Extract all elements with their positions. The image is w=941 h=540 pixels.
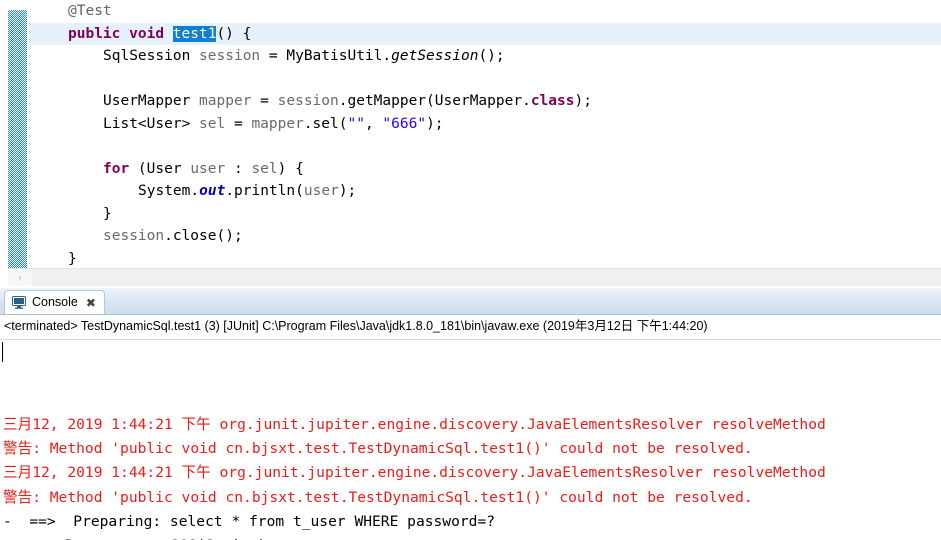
- code-line[interactable]: SqlSession session = MyBatisUtil.getSess…: [29, 45, 941, 68]
- code-token: () {: [216, 25, 252, 42]
- code-token: session: [103, 228, 165, 244]
- code-line[interactable]: for (User user : sel) {: [29, 158, 941, 181]
- console-tab-bar: Console ✖: [0, 288, 941, 315]
- java-source-editor[interactable]: @Test public void test1() {SqlSession ses…: [0, 0, 941, 268]
- code-token: );: [338, 183, 357, 199]
- code-token: sel: [199, 115, 226, 132]
- code-text-area[interactable]: @Test public void test1() {SqlSession ses…: [29, 0, 941, 268]
- tab-console[interactable]: Console ✖: [4, 290, 105, 314]
- eclipse-ide-window: @Test public void test1() {SqlSession ses…: [0, 0, 941, 540]
- code-token: ,: [364, 115, 383, 132]
- console-error-line: 三月12, 2019 1:44:21 下午 org.junit.jupiter.…: [3, 415, 826, 433]
- code-token: session: [277, 93, 339, 109]
- code-token: =: [251, 93, 278, 109]
- console-output-line: - ==> Parameters: 666(String): [0, 534, 941, 540]
- code-token: }: [68, 250, 77, 267]
- code-token: public: [68, 25, 121, 42]
- code-token: List<User>: [103, 115, 200, 132]
- code-token: :: [225, 160, 252, 177]
- code-line[interactable]: @Test: [29, 0, 941, 23]
- console-process-header: <terminated> TestDynamicSql.test1 (3) [J…: [4, 319, 708, 333]
- console-output-area[interactable]: 三月12, 2019 1:44:21 下午 org.junit.jupiter.…: [0, 340, 941, 540]
- console-error-line: 警告: Method 'public void cn.bjsxt.test.Te…: [3, 440, 753, 458]
- code-token: .sel(: [303, 115, 348, 132]
- code-token: .getMapper(UserMapper.: [338, 93, 531, 109]
- console-error-line: 三月12, 2019 1:44:21 下午 org.junit.jupiter.…: [3, 464, 826, 482]
- code-line[interactable]: }: [29, 248, 941, 269]
- code-token: ();: [478, 48, 505, 64]
- code-line[interactable]: List<User> sel = mapper.sel("", "666");: [29, 113, 941, 136]
- code-token: );: [574, 93, 592, 109]
- code-token: );: [426, 115, 444, 132]
- code-token: =: [225, 115, 252, 132]
- console-monitor-icon: [12, 296, 26, 309]
- code-token: void: [129, 25, 165, 42]
- code-token: .close();: [164, 228, 243, 244]
- code-line[interactable]: [29, 68, 941, 91]
- code-token: ) {: [277, 160, 304, 177]
- code-token: out: [199, 183, 226, 199]
- code-token: for: [103, 160, 130, 177]
- code-token: mapper: [199, 93, 252, 109]
- code-token: "666": [382, 115, 427, 132]
- code-line[interactable]: UserMapper mapper = session.getMapper(Us…: [29, 90, 941, 113]
- code-token: "": [347, 115, 365, 132]
- code-token: .println(: [225, 183, 304, 199]
- code-token: mapper: [251, 115, 304, 132]
- console-error-line: 警告: Method 'public void cn.bjsxt.test.Te…: [3, 488, 753, 506]
- code-token: user: [190, 160, 226, 177]
- console-caret: [2, 342, 3, 362]
- code-token: sel: [251, 160, 278, 177]
- code-token: user: [303, 183, 339, 199]
- code-line[interactable]: }: [29, 203, 941, 226]
- code-line[interactable]: [29, 135, 941, 158]
- editor-left-margin: [0, 0, 8, 268]
- code-token: SqlSession: [103, 48, 191, 64]
- code-token: (User: [129, 160, 191, 177]
- code-token: }: [103, 205, 112, 222]
- selected-token: test1: [172, 25, 217, 42]
- editor-horizontal-scrollbar[interactable]: ‹: [8, 268, 941, 286]
- code-token: System.: [138, 183, 200, 199]
- code-token: class: [530, 93, 575, 109]
- code-token: MyBatisUtil.: [286, 48, 392, 64]
- console-output-line: - ==> Preparing: select * from t_user WH…: [3, 513, 496, 531]
- code-token: session: [199, 48, 261, 64]
- scroll-left-arrow-icon[interactable]: ‹: [8, 269, 32, 286]
- close-icon[interactable]: ✖: [86, 297, 96, 309]
- editor-change-marker-bar[interactable]: [8, 10, 27, 268]
- code-token: getSession: [391, 48, 479, 64]
- code-token: UserMapper: [103, 93, 191, 109]
- code-line[interactable]: System.out.println(user);: [29, 180, 941, 203]
- code-token: =: [260, 48, 287, 64]
- tab-console-label: Console: [32, 295, 78, 310]
- code-line[interactable]: public void test1() {: [29, 22, 941, 45]
- code-line[interactable]: session.close();: [29, 225, 941, 248]
- code-token: @Test: [68, 3, 112, 19]
- console-view: Console ✖ <terminated> TestDynamicSql.te…: [0, 288, 941, 540]
